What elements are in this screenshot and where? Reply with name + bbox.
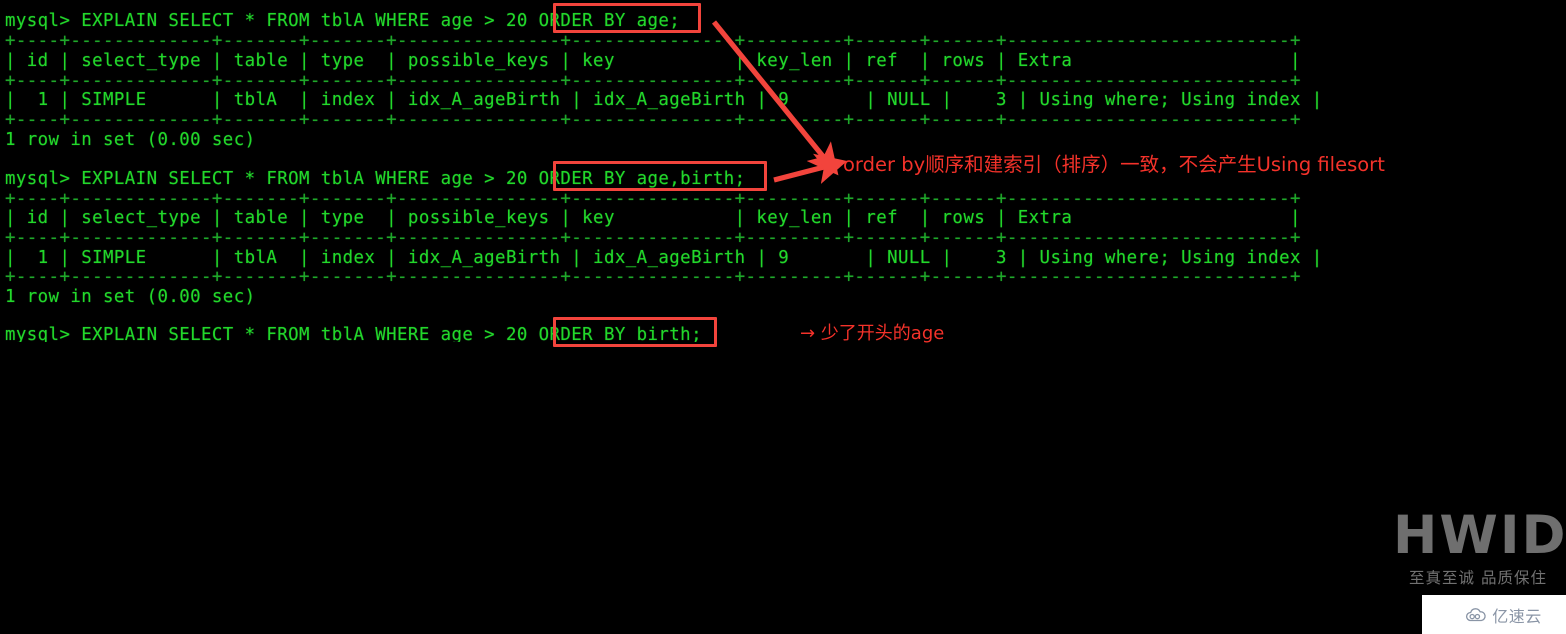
terminal-line-separator: +----+-------------+-------+-------+----… xyxy=(5,31,1301,51)
highlight-box-order-by-age-birth xyxy=(553,161,767,191)
terminal-line-header: | id | select_type | table | type | poss… xyxy=(5,208,1301,228)
annotation-note-main: order by顺序和建索引（排序）一致，不会产生Using filesort xyxy=(843,153,1385,176)
terminal-line-separator: +----+-------------+-------+-------+----… xyxy=(5,110,1301,130)
annotation-note-bottom: → 少了开头的age xyxy=(800,323,945,344)
terminal-line-header: | id | select_type | table | type | poss… xyxy=(5,51,1301,71)
cloud-icon xyxy=(1466,607,1486,621)
watermark-title: HWIDC xyxy=(1393,505,1566,566)
terminal-cutoff-mask xyxy=(0,342,1566,634)
terminal-line-row: | 1 | SIMPLE | tblA | index | idx_A_ageB… xyxy=(5,90,1323,110)
terminal-line-separator: +----+-------------+-------+-------+----… xyxy=(5,71,1301,91)
terminal-line-row: | 1 | SIMPLE | tblA | index | idx_A_ageB… xyxy=(5,248,1323,268)
brand-badge[interactable]: 亿速云 xyxy=(1440,595,1566,634)
highlight-box-order-by-age xyxy=(553,3,701,33)
watermark-subtitle: 至真至诚 品质保住 xyxy=(1409,569,1547,587)
terminal-line-separator: +----+-------------+-------+-------+----… xyxy=(5,189,1301,209)
terminal-line-separator: +----+-------------+-------+-------+----… xyxy=(5,228,1301,248)
screenshot-root: mysql> EXPLAIN SELECT * FROM tblA WHERE … xyxy=(0,0,1566,634)
terminal-line-separator: +----+-------------+-------+-------+----… xyxy=(5,267,1301,287)
terminal-line-status: 1 row in set (0.00 sec) xyxy=(5,287,256,307)
watermark: HWIDC 至真至诚 品质保住 xyxy=(1393,505,1566,588)
highlight-box-order-by-birth xyxy=(553,317,717,347)
badge-left-strip xyxy=(1422,595,1440,634)
terminal-line-status: 1 row in set (0.00 sec) xyxy=(5,130,256,150)
badge-label: 亿速云 xyxy=(1492,606,1542,626)
